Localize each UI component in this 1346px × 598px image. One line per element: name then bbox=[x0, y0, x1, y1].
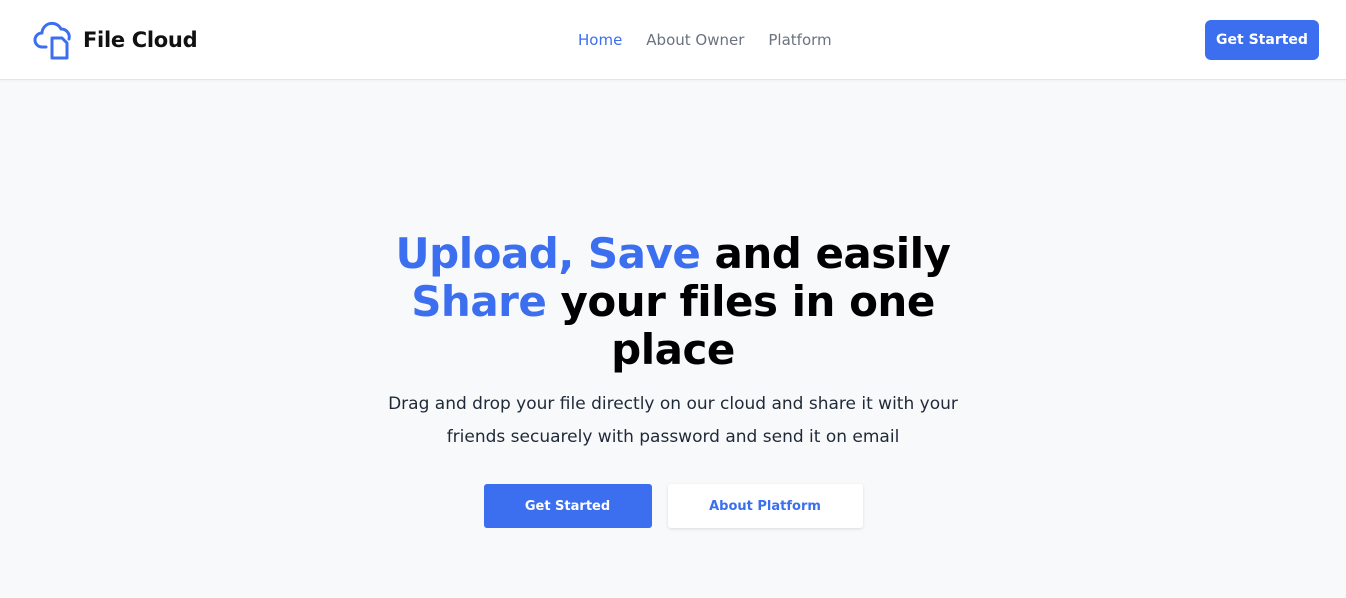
main-nav: Home About Owner Platform bbox=[578, 30, 832, 50]
brand-logo[interactable]: File Cloud bbox=[33, 20, 198, 60]
cloud-file-icon bbox=[33, 20, 77, 60]
hero-title: Upload, Save and easily Share your files… bbox=[373, 230, 973, 374]
hero-section: Upload, Save and easily Share your files… bbox=[0, 230, 1346, 528]
hero-title-text-1: and easily bbox=[700, 229, 951, 278]
hero-title-highlight-share: Share bbox=[411, 277, 547, 326]
hero-title-text-2: your files in one place bbox=[546, 277, 936, 374]
nav-item-platform[interactable]: Platform bbox=[768, 30, 831, 50]
hero-actions: Get Started About Platform bbox=[0, 484, 1346, 528]
nav-item-about-owner[interactable]: About Owner bbox=[646, 30, 744, 50]
hero-title-highlight-upload-save: Upload, Save bbox=[395, 229, 701, 278]
about-platform-button[interactable]: About Platform bbox=[667, 484, 863, 528]
nav-item-home[interactable]: Home bbox=[578, 30, 622, 50]
top-navbar: File Cloud Home About Owner Platform Get… bbox=[0, 0, 1346, 80]
brand-name: File Cloud bbox=[83, 28, 198, 52]
header-get-started-button[interactable]: Get Started bbox=[1205, 20, 1319, 60]
hero-get-started-button[interactable]: Get Started bbox=[483, 484, 652, 528]
hero-subtitle: Drag and drop your file directly on our … bbox=[388, 394, 958, 447]
